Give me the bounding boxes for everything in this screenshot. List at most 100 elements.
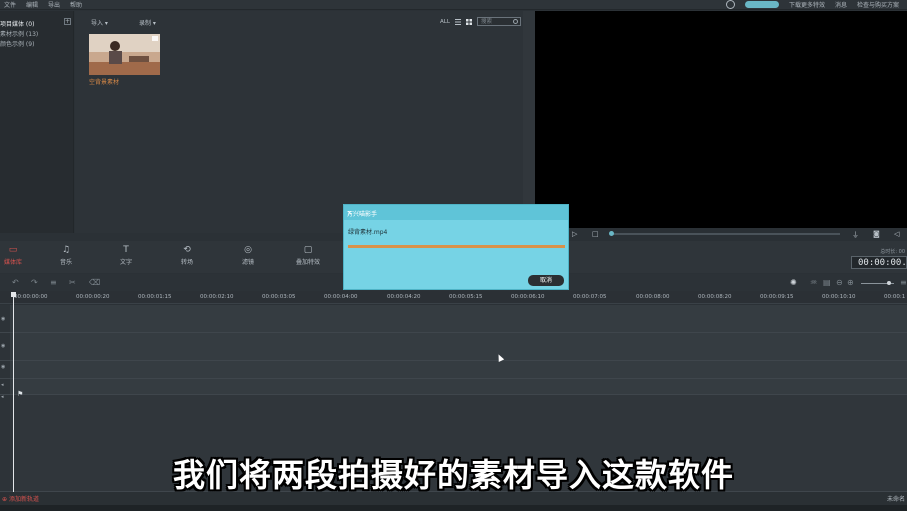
render-icon[interactable]: ✺ — [790, 278, 797, 287]
add-track-label: 添加新轨道 — [8, 496, 39, 503]
tool-transition[interactable]: ⟲ 转场 — [167, 245, 207, 267]
library-toolbar: 导入 ▾ 录制 ▾ ALL 搜索 — [75, 11, 523, 31]
ruler-tick-label: 00:00:00:20 — [76, 294, 110, 300]
purchase-link[interactable]: 检查与购买方案 — [857, 0, 899, 9]
scrubber-handle[interactable] — [609, 231, 614, 236]
user-icon[interactable] — [725, 0, 735, 9]
tool-music[interactable]: ♫ 音乐 — [46, 245, 86, 267]
ruler-tick-label: 00:00:07:05 — [573, 294, 607, 300]
messages-link[interactable]: 消息 — [835, 0, 847, 9]
tool-text-label: 文字 — [119, 259, 132, 266]
grid-view-icon[interactable] — [466, 19, 472, 25]
speaker-icon[interactable]: ◂ — [1, 394, 4, 400]
ruler-tick-label: 00:00:10:10 — [822, 294, 856, 300]
menu-help[interactable]: 帮助 — [70, 0, 82, 9]
ruler-tick-label: 00:00:00:00 — [14, 294, 48, 300]
transition-icon: ⟲ — [183, 245, 191, 255]
snapshot-icon[interactable]: ◙ — [873, 230, 880, 238]
record-button[interactable]: 录制 ▾ — [139, 18, 156, 27]
video-subtitle: 我们将两段拍摄好的素材导入这款软件 — [172, 456, 734, 494]
sidebar-item-project-media[interactable]: 项目媒体 (0) — [0, 19, 34, 28]
playhead-handle[interactable] — [11, 292, 16, 297]
track-video-1[interactable]: ◉ — [0, 305, 907, 333]
menu-file[interactable]: 文件 — [4, 0, 16, 9]
track-header: ◉ — [0, 305, 10, 332]
menu-edit[interactable]: 编辑 — [26, 0, 38, 9]
ruler-tick-label: 00:00:1 — [884, 294, 906, 300]
login-button[interactable] — [744, 1, 779, 8]
timecode-display: 00:00:00. — [851, 256, 907, 269]
import-progress-fill — [348, 245, 565, 248]
speaker-icon[interactable]: ◂ — [1, 382, 4, 388]
tool-media-label: 媒体库 — [3, 259, 22, 266]
stop-icon[interactable]: □ — [592, 230, 599, 238]
eye-icon[interactable]: ◉ — [1, 316, 5, 322]
timeline-ruler[interactable]: 00:00:00:00 00:00:00:20 00:00:01:15 00:00:0… — [0, 291, 907, 304]
track-video-3[interactable]: ◉ — [0, 361, 907, 379]
sidebar-item-sample-colors[interactable]: 颜色示例 (9) — [0, 39, 34, 48]
list-view-icon[interactable] — [455, 19, 461, 25]
zoom-out-icon[interactable]: ⊖ — [836, 278, 843, 287]
thumbnail-image — [89, 34, 160, 75]
filter-icon: ◎ — [244, 245, 252, 255]
thumbnail-label: 空背景素材 — [89, 79, 120, 86]
video-preview — [535, 11, 907, 228]
filter-all-button[interactable]: ALL — [440, 19, 450, 25]
mixer-icon[interactable]: ♒ — [810, 278, 817, 287]
track-audio-1[interactable]: ◂ — [0, 379, 907, 395]
panel-divider[interactable] — [523, 11, 535, 233]
tool-overlay[interactable]: ▢ 叠加特效 — [288, 246, 328, 267]
undo-icon[interactable]: ↶ — [12, 278, 19, 287]
download-effects-link[interactable]: 下载更多特效 — [789, 0, 825, 9]
track-header: ◉ — [0, 361, 10, 378]
dialog-titlebar: 万兴喵影手 ✕ — [344, 205, 568, 220]
cut-icon[interactable]: ✂ — [69, 278, 76, 287]
tool-text[interactable]: T 文字 — [106, 246, 146, 267]
ruler-tick-label: 00:00:09:15 — [760, 294, 794, 300]
eye-icon[interactable]: ◉ — [1, 343, 5, 349]
search-icon[interactable] — [513, 19, 518, 24]
play-icon[interactable]: ▷ — [572, 230, 577, 238]
ruler-tick-label: 00:00:05:15 — [449, 294, 483, 300]
cancel-button[interactable]: 取消 — [528, 275, 564, 286]
tool-music-label: 音乐 — [59, 259, 72, 266]
tool-transition-label: 转场 — [180, 259, 193, 266]
zoom-slider-handle[interactable] — [887, 281, 891, 285]
redo-icon[interactable]: ↷ — [31, 278, 38, 287]
tool-filter[interactable]: ◎ 滤镜 — [228, 245, 268, 267]
volume-icon[interactable]: ◁ — [894, 230, 899, 238]
sidebar-item-sample-media[interactable]: 素材示例 (13) — [0, 29, 38, 38]
preview-scrubber[interactable] — [612, 233, 840, 235]
delete-icon[interactable]: ⌫ — [89, 278, 100, 287]
split-screen-icon[interactable]: ▤ — [823, 278, 831, 287]
eye-icon[interactable]: ◉ — [1, 364, 5, 370]
ruler-tick-label: 00:00:01:15 — [138, 294, 172, 300]
close-icon[interactable]: ✕ — [347, 209, 565, 219]
tool-overlay-label: 叠加特效 — [295, 259, 320, 266]
folder-icon: ▭ — [8, 245, 18, 255]
ruler-tick-label: 00:00:08:00 — [636, 294, 670, 300]
menu-icon[interactable]: ≡ — [900, 278, 907, 287]
microphone-icon[interactable]: ⏚ — [852, 230, 859, 240]
ruler-tick-label: 00:00:08:20 — [698, 294, 732, 300]
import-button[interactable]: 导入 ▾ — [91, 18, 108, 27]
ruler-tick-label: 00:00:02:10 — [200, 294, 234, 300]
list-icon[interactable]: ≡ — [50, 278, 57, 287]
marker-flag-icon[interactable]: ⚑ — [17, 390, 23, 398]
music-note-icon: ♫ — [61, 245, 71, 255]
import-progress-dialog: 万兴喵影手 ✕ 绿背素材.mp4 取消 — [343, 204, 569, 290]
main-menu: 文件 编辑 导出 帮助 — [4, 0, 82, 9]
add-folder-button[interactable]: + — [64, 18, 71, 25]
importing-file-name: 绿背素材.mp4 — [348, 229, 388, 236]
topbar-right: 下载更多特效 消息 检查与购买方案 — [725, 0, 899, 9]
track-header: ◂ — [0, 379, 10, 394]
media-thumbnail[interactable] — [89, 34, 160, 75]
duration-label: 总时长: 00 — [880, 249, 905, 255]
ruler-tick-label: 00:00:04:00 — [324, 294, 358, 300]
track-video-2[interactable]: ◉ — [0, 333, 907, 361]
ruler-tick-label: 00:00:03:05 — [262, 294, 296, 300]
zoom-in-icon[interactable]: ⊕ — [847, 278, 854, 287]
tool-media[interactable]: ▭ 媒体库 — [0, 245, 33, 267]
menu-export[interactable]: 导出 — [48, 0, 60, 9]
os-taskbar — [0, 505, 907, 511]
